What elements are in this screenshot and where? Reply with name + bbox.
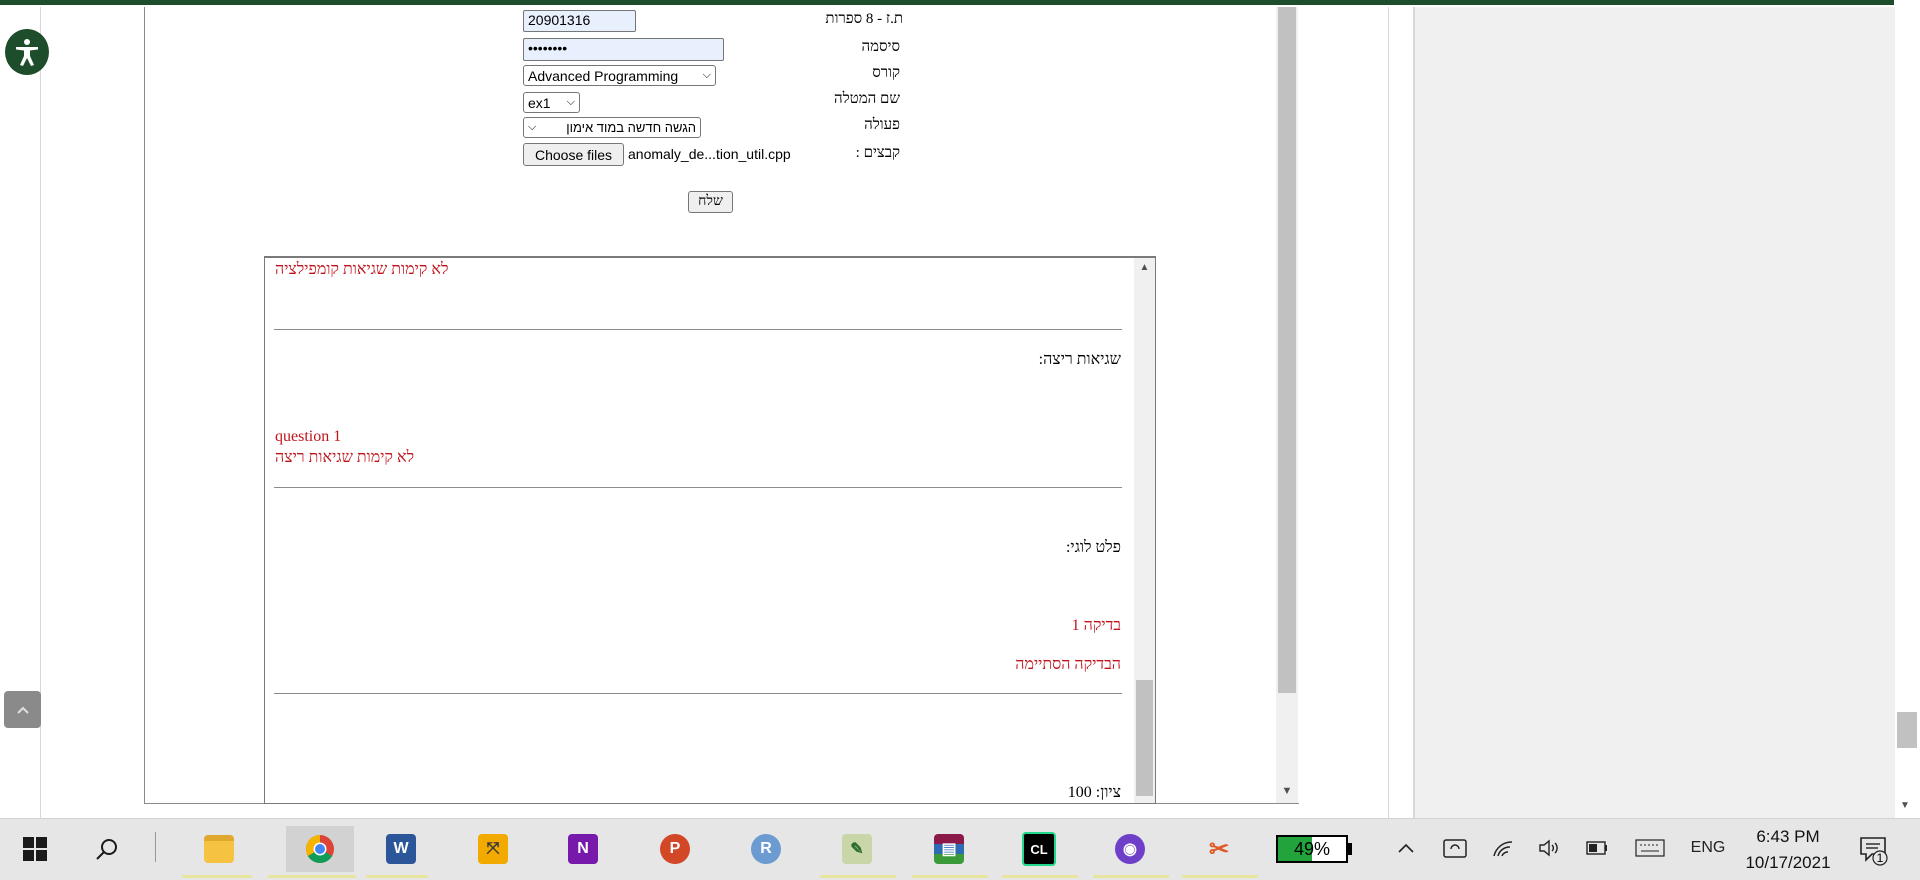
taskbar-clock[interactable]: 6:43 PM 10/17/2021 — [1733, 824, 1843, 876]
show-hidden-icons-button[interactable] — [1394, 830, 1418, 866]
taskbar-r[interactable]: R — [743, 826, 789, 872]
scissors-icon: ✂ — [1208, 835, 1230, 863]
language-indicator[interactable]: ENG — [1686, 830, 1730, 866]
chevron-up-icon — [1398, 843, 1414, 853]
wifi-icon[interactable] — [1488, 830, 1518, 866]
choose-files-button[interactable]: Choose files — [523, 143, 624, 166]
accessibility-icon — [16, 39, 38, 66]
taskbar-word[interactable]: W — [378, 826, 424, 872]
selected-file-name: anomaly_de...tion_util.cpp — [628, 146, 791, 162]
battery-tip — [1348, 843, 1352, 855]
notification-center-button[interactable]: 1 — [1858, 834, 1890, 866]
chrome-icon — [306, 835, 334, 863]
clock-time: 6:43 PM — [1756, 827, 1820, 846]
r-icon: R — [751, 834, 781, 864]
onenote-icon: N — [568, 834, 598, 864]
taskbar-winrar[interactable]: ▤ — [926, 826, 972, 872]
question-label: question 1 — [275, 428, 342, 445]
running-indicator — [820, 875, 896, 878]
running-indicator — [366, 875, 428, 878]
action-select-value: הגשה חדשה במוד אימון — [566, 120, 696, 135]
notification-count: 1 — [1876, 851, 1884, 865]
results-scrollbar-thumb[interactable] — [1136, 680, 1153, 796]
github-icon: ◉ — [1115, 834, 1145, 864]
runtime-status: לא קימות שגיאות ריצה — [275, 449, 415, 466]
battery-percent: 49% — [1293, 838, 1331, 859]
runtime-heading: שגיאות ריצה: — [1038, 351, 1121, 368]
page-scrollbar-thumb[interactable] — [1897, 712, 1917, 748]
password-input[interactable]: •••••••• — [523, 38, 724, 61]
start-button[interactable] — [12, 826, 58, 872]
taskbar-photo-editor[interactable]: ✎ — [834, 826, 880, 872]
taskbar-vmware[interactable]: ⤧ — [470, 826, 516, 872]
results-panel — [264, 256, 1156, 804]
taskbar-separator — [155, 832, 156, 862]
files-label: קבצים : — [855, 145, 900, 161]
task-label: שם המטלה — [834, 91, 900, 107]
winrar-icon: ▤ — [934, 834, 964, 864]
word-icon: W — [386, 834, 416, 864]
back-to-top-button[interactable] — [4, 691, 41, 728]
task-select[interactable]: ex1 ⌵ — [523, 92, 580, 113]
running-indicator — [1093, 875, 1169, 878]
chevron-down-icon: ⌵ — [702, 69, 711, 81]
frame-scrollbar-thumb[interactable] — [1278, 7, 1296, 693]
chevron-down-icon: ⌵ — [566, 96, 575, 108]
divider — [274, 693, 1122, 694]
taskbar-github[interactable]: ◉ — [1107, 826, 1153, 872]
running-indicator — [912, 875, 988, 878]
course-select-value: Advanced Programming — [528, 67, 679, 84]
id-input[interactable]: 20901316 — [523, 10, 636, 32]
battery-saver-icon[interactable] — [1582, 830, 1612, 866]
divider — [274, 329, 1122, 330]
running-indicator — [1002, 875, 1078, 878]
taskbar-chrome[interactable] — [286, 826, 354, 872]
id-label: ת.ז - 8 ספרות — [825, 11, 903, 27]
powerpoint-icon: P — [660, 834, 690, 864]
course-select[interactable]: Advanced Programming ⌵ — [523, 65, 716, 86]
output-heading: פלט לוגי: — [1065, 539, 1121, 556]
taskbar-snipping[interactable]: ✂ — [1196, 826, 1242, 872]
divider — [274, 487, 1122, 488]
course-label: קורס — [872, 65, 900, 81]
search-button[interactable] — [84, 826, 130, 872]
search-icon — [96, 839, 117, 860]
compile-status: לא קימות שגיאות קומפילציה — [275, 261, 449, 278]
running-indicator — [1182, 875, 1258, 878]
top-border — [0, 0, 1894, 7]
results-scroll-up-icon[interactable]: ▲ — [1136, 262, 1153, 273]
check-done: הבדיקה הסתיימה — [1015, 656, 1121, 673]
frame-scroll-down-icon[interactable]: ▼ — [1280, 784, 1294, 798]
action-label: פעולה — [864, 117, 900, 133]
check-label: בדיקה 1 — [1071, 617, 1121, 634]
page-rule-right — [1388, 7, 1389, 818]
page-scroll-down-icon[interactable]: ▼ — [1900, 800, 1910, 811]
vmware-icon: ⤧ — [478, 834, 508, 864]
clock-date: 10/17/2021 — [1745, 853, 1831, 872]
sync-icon[interactable] — [1440, 830, 1470, 866]
paint-icon: ✎ — [842, 834, 872, 864]
folder-icon — [204, 835, 234, 863]
running-indicator — [182, 875, 252, 878]
grade: ציון: 100 — [1067, 784, 1121, 801]
taskbar-powerpoint[interactable]: P — [652, 826, 698, 872]
taskbar-file-explorer[interactable] — [196, 826, 242, 872]
action-select[interactable]: הגשה חדשה במוד אימון ⌵ — [523, 117, 701, 138]
windows-icon — [23, 837, 47, 861]
taskbar-onenote[interactable]: N — [560, 826, 606, 872]
running-indicator — [268, 875, 356, 878]
keyboard-icon[interactable] — [1633, 830, 1667, 866]
chevron-down-icon: ⌵ — [528, 121, 537, 133]
task-select-value: ex1 — [528, 94, 551, 111]
chevron-up-icon — [16, 706, 29, 714]
password-label: סיסמה — [861, 39, 900, 55]
taskbar-clion[interactable]: CL — [1016, 826, 1062, 872]
page-right-panel — [1413, 7, 1895, 818]
volume-icon[interactable] — [1534, 830, 1564, 866]
submit-button[interactable]: שלח — [688, 191, 733, 213]
clion-icon: CL — [1022, 832, 1056, 866]
accessibility-button[interactable] — [5, 29, 49, 75]
